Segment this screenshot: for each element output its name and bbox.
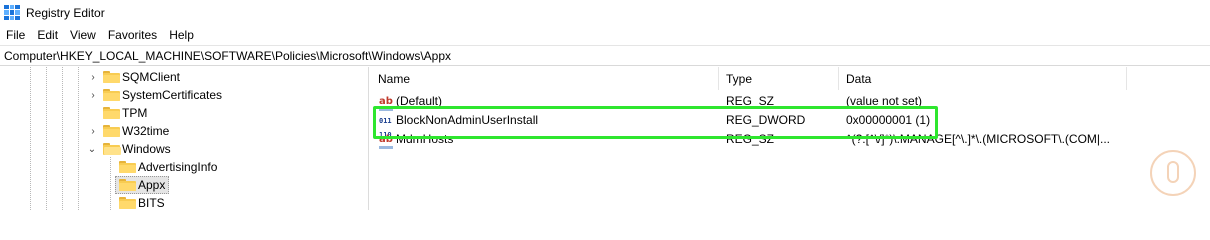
tree-item-tpm[interactable]: TPM bbox=[0, 104, 368, 122]
folder-open-icon bbox=[103, 143, 121, 155]
tree-item-label: Appx bbox=[138, 178, 166, 192]
folder-icon bbox=[119, 197, 136, 209]
menu-view[interactable]: View bbox=[64, 28, 102, 42]
tree-item-label: SystemCertificates bbox=[122, 88, 223, 102]
watermark-logo bbox=[1150, 150, 1196, 196]
address-path: Computer\HKEY_LOCAL_MACHINE\SOFTWARE\Pol… bbox=[4, 48, 452, 63]
tree-item-label: AdvertisingInfo bbox=[138, 160, 218, 174]
chevron-right-icon[interactable]: › bbox=[88, 72, 98, 83]
registry-editor-icon bbox=[4, 4, 20, 21]
key-tree[interactable]: › SQMClient › SystemCertificates TPM › W… bbox=[0, 67, 369, 210]
folder-icon bbox=[119, 161, 136, 173]
tree-item-label: SQMClient bbox=[122, 70, 181, 84]
tree-item-sqmclient[interactable]: › SQMClient bbox=[0, 68, 368, 86]
menu-bar: File Edit View Favorites Help bbox=[0, 25, 1210, 45]
window-title: Registry Editor bbox=[26, 5, 105, 20]
tree-item-label: W32time bbox=[122, 124, 170, 138]
tree-item-label: TPM bbox=[122, 106, 148, 120]
folder-icon bbox=[103, 71, 120, 83]
menu-file[interactable]: File bbox=[0, 28, 31, 42]
folder-icon bbox=[103, 107, 120, 119]
title-bar: Registry Editor bbox=[0, 0, 1210, 25]
folder-icon bbox=[119, 179, 136, 191]
folder-icon bbox=[103, 125, 120, 137]
tree-item-advertisinginfo[interactable]: AdvertisingInfo bbox=[0, 158, 368, 176]
column-header-data[interactable]: Data bbox=[839, 67, 1127, 90]
menu-edit[interactable]: Edit bbox=[31, 28, 64, 42]
tree-item-systemcertificates[interactable]: › SystemCertificates bbox=[0, 86, 368, 104]
tree-item-appx[interactable]: Appx bbox=[0, 176, 368, 194]
chevron-right-icon[interactable]: › bbox=[88, 90, 98, 101]
folder-icon bbox=[103, 89, 120, 101]
chevron-down-icon[interactable]: ⌄ bbox=[87, 144, 97, 155]
tree-item-w32time[interactable]: › W32time bbox=[0, 122, 368, 140]
chevron-right-icon[interactable]: › bbox=[88, 126, 98, 137]
menu-help[interactable]: Help bbox=[163, 28, 200, 42]
column-header-name[interactable]: Name bbox=[371, 67, 719, 90]
tree-item-bits[interactable]: BITS bbox=[0, 194, 368, 210]
column-header-type[interactable]: Type bbox=[719, 67, 839, 90]
tree-item-label: Windows bbox=[122, 142, 171, 156]
tree-item-label: BITS bbox=[138, 196, 165, 210]
tree-item-windows[interactable]: ⌄ Windows bbox=[0, 140, 368, 158]
address-bar[interactable]: Computer\HKEY_LOCAL_MACHINE\SOFTWARE\Pol… bbox=[0, 45, 1210, 66]
annotation-highlight-box bbox=[373, 106, 938, 139]
menu-favorites[interactable]: Favorites bbox=[102, 28, 163, 42]
